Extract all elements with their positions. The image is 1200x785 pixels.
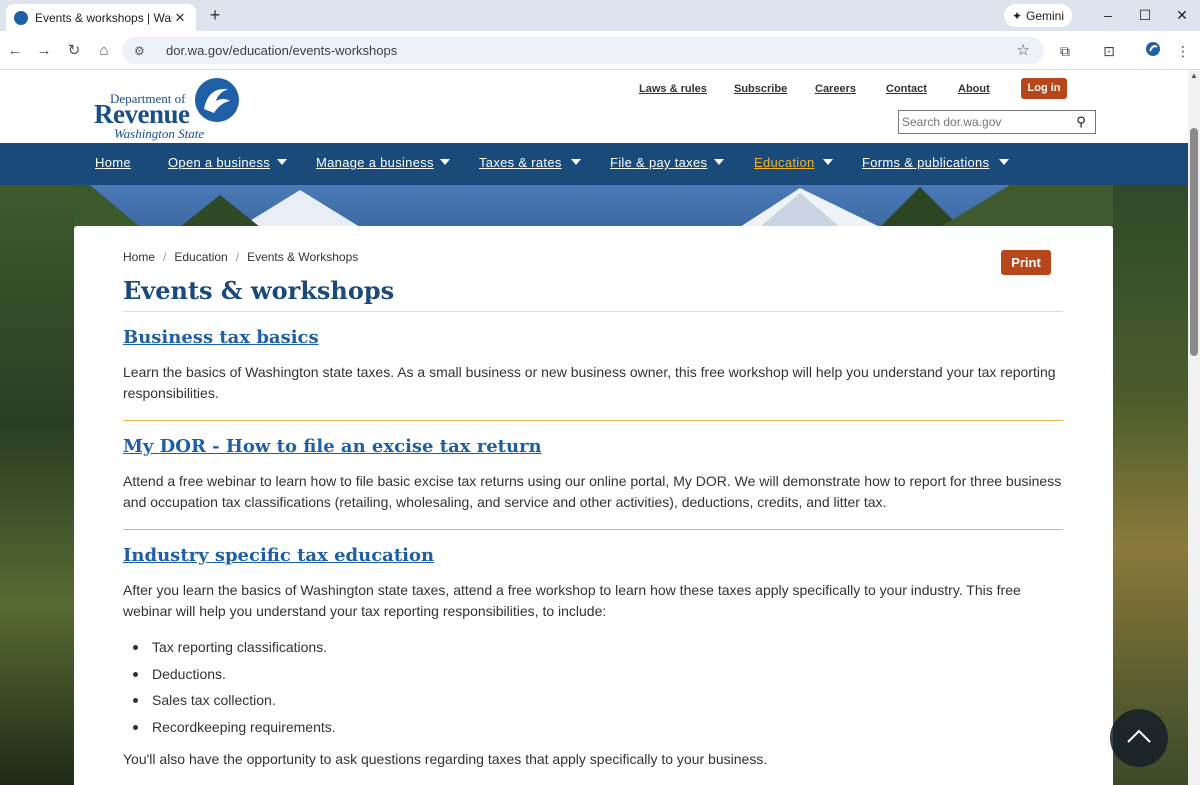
- login-button[interactable]: Log in: [1021, 78, 1067, 99]
- chevron-up-icon: [1127, 729, 1151, 743]
- forest-left: [0, 185, 74, 785]
- dor-favicon-icon: [14, 10, 28, 25]
- section-body-my-dor: Attend a free webinar to learn how to fi…: [123, 473, 1062, 510]
- breadcrumb-home[interactable]: Home: [123, 250, 155, 264]
- section-divider: [123, 420, 1063, 421]
- tab-close-icon[interactable]: ✕: [172, 10, 188, 26]
- nav-home[interactable]: Home: [95, 155, 131, 170]
- browser-tab-bar: Events & workshops | Washingt ✕ + ✦ Gemi…: [0, 0, 1200, 31]
- site-header: Department of Revenue Washington State L…: [0, 71, 1188, 143]
- window-close-icon[interactable]: ✕: [1171, 5, 1193, 25]
- dor-logo[interactable]: Department of Revenue Washington State: [94, 77, 244, 141]
- industry-bullet-list: Tax reporting classifications. Deduction…: [123, 634, 723, 740]
- chevron-down-icon[interactable]: [440, 159, 450, 165]
- main-navigation: Home Open a business Manage a business T…: [0, 143, 1188, 185]
- menu-kebab-icon[interactable]: ⋮: [1173, 41, 1193, 61]
- page-scrollbar[interactable]: ▲: [1188, 71, 1200, 785]
- nav-manage-business[interactable]: Manage a business: [316, 155, 434, 170]
- gemini-button[interactable]: ✦ Gemini: [1004, 4, 1072, 27]
- breadcrumb: Home / Education / Events & Workshops: [123, 250, 358, 264]
- mountain-peaks: [0, 185, 1188, 227]
- new-tab-button[interactable]: +: [205, 6, 225, 26]
- gemini-label: Gemini: [1026, 8, 1065, 23]
- logo-line3: Washington State: [114, 126, 205, 141]
- site-info-icon[interactable]: ⚙: [134, 44, 152, 58]
- careers-link[interactable]: Careers: [815, 83, 856, 95]
- nav-open-business[interactable]: Open a business: [168, 155, 270, 170]
- list-item: Recordkeeping requirements.: [123, 714, 723, 741]
- dor-extension-icon[interactable]: [1143, 41, 1163, 61]
- breadcrumb-current: Events & Workshops: [247, 250, 359, 264]
- breadcrumb-education[interactable]: Education: [174, 250, 227, 264]
- laws-rules-link[interactable]: Laws & rules: [639, 83, 707, 95]
- breadcrumb-separator: /: [163, 250, 167, 264]
- back-to-top-button[interactable]: [1110, 709, 1168, 767]
- section-body-industry-specific: After you learn the basics of Washington…: [123, 582, 1021, 619]
- address-bar[interactable]: ⚙ dor.wa.gov/education/events-workshops …: [122, 37, 1044, 64]
- print-button[interactable]: Print: [1001, 250, 1051, 275]
- gemini-sparkle-icon: ✦: [1011, 8, 1023, 23]
- bookmark-star-icon[interactable]: ☆: [1017, 41, 1030, 59]
- section-divider: [123, 529, 1063, 530]
- nav-forms-publications[interactable]: Forms & publications: [862, 155, 989, 170]
- back-arrow-icon[interactable]: ←: [5, 41, 25, 61]
- section-body-business-tax-basics: Learn the basics of Washington state tax…: [123, 364, 1056, 401]
- site-search: ⚲: [898, 110, 1096, 134]
- scroll-up-icon[interactable]: ▲: [1188, 71, 1200, 83]
- section-title-business-tax-basics[interactable]: Business tax basics: [123, 327, 319, 348]
- about-link[interactable]: About: [958, 83, 990, 95]
- dor-swirl-icon: [195, 78, 239, 122]
- content-card: Home / Education / Events & Workshops Pr…: [74, 226, 1113, 785]
- page-title: Events & workshops: [123, 276, 395, 305]
- section-title-my-dor[interactable]: My DOR - How to file an excise tax retur…: [123, 436, 542, 457]
- list-item: Sales tax collection.: [123, 687, 723, 714]
- contact-link[interactable]: Contact: [886, 83, 927, 95]
- nav-taxes-rates[interactable]: Taxes & rates: [479, 155, 562, 170]
- section-title-industry-specific[interactable]: Industry specific tax education: [123, 545, 434, 566]
- url-text: dor.wa.gov/education/events-workshops: [166, 43, 398, 58]
- forward-arrow-icon[interactable]: →: [34, 41, 54, 61]
- extensions-icon[interactable]: ⧉: [1055, 41, 1075, 61]
- browser-tab[interactable]: Events & workshops | Washingt ✕: [6, 4, 196, 31]
- minimize-icon[interactable]: –: [1097, 5, 1119, 25]
- home-icon[interactable]: ⌂: [94, 41, 114, 61]
- forest-right: [1113, 185, 1188, 785]
- subscribe-link[interactable]: Subscribe: [734, 83, 787, 95]
- chevron-down-icon[interactable]: [823, 159, 833, 165]
- nav-file-pay[interactable]: File & pay taxes: [610, 155, 707, 170]
- nav-education[interactable]: Education: [754, 155, 815, 170]
- chevron-down-icon[interactable]: [714, 159, 724, 165]
- chevron-down-icon[interactable]: [571, 159, 581, 165]
- section-footer-industry-specific: You'll also have the opportunity to ask …: [123, 751, 768, 767]
- breadcrumb-separator: /: [235, 250, 240, 264]
- reload-icon[interactable]: ↻: [64, 41, 84, 61]
- chevron-down-icon[interactable]: [999, 159, 1009, 165]
- browser-toolbar: ← → ↻ ⌂ ⚙ dor.wa.gov/education/events-wo…: [0, 31, 1200, 70]
- search-input[interactable]: [899, 112, 1069, 132]
- list-item: Tax reporting classifications.: [123, 634, 723, 661]
- search-icon[interactable]: ⚲: [1069, 114, 1093, 130]
- chevron-down-icon[interactable]: [277, 159, 287, 165]
- list-item: Deductions.: [123, 661, 723, 688]
- title-divider: [123, 311, 1063, 312]
- scroll-thumb[interactable]: [1190, 128, 1198, 356]
- tab-title: Events & workshops | Washingt: [35, 10, 172, 25]
- cast-search-icon[interactable]: ⊡: [1099, 41, 1119, 61]
- maximize-icon[interactable]: ☐: [1134, 5, 1156, 25]
